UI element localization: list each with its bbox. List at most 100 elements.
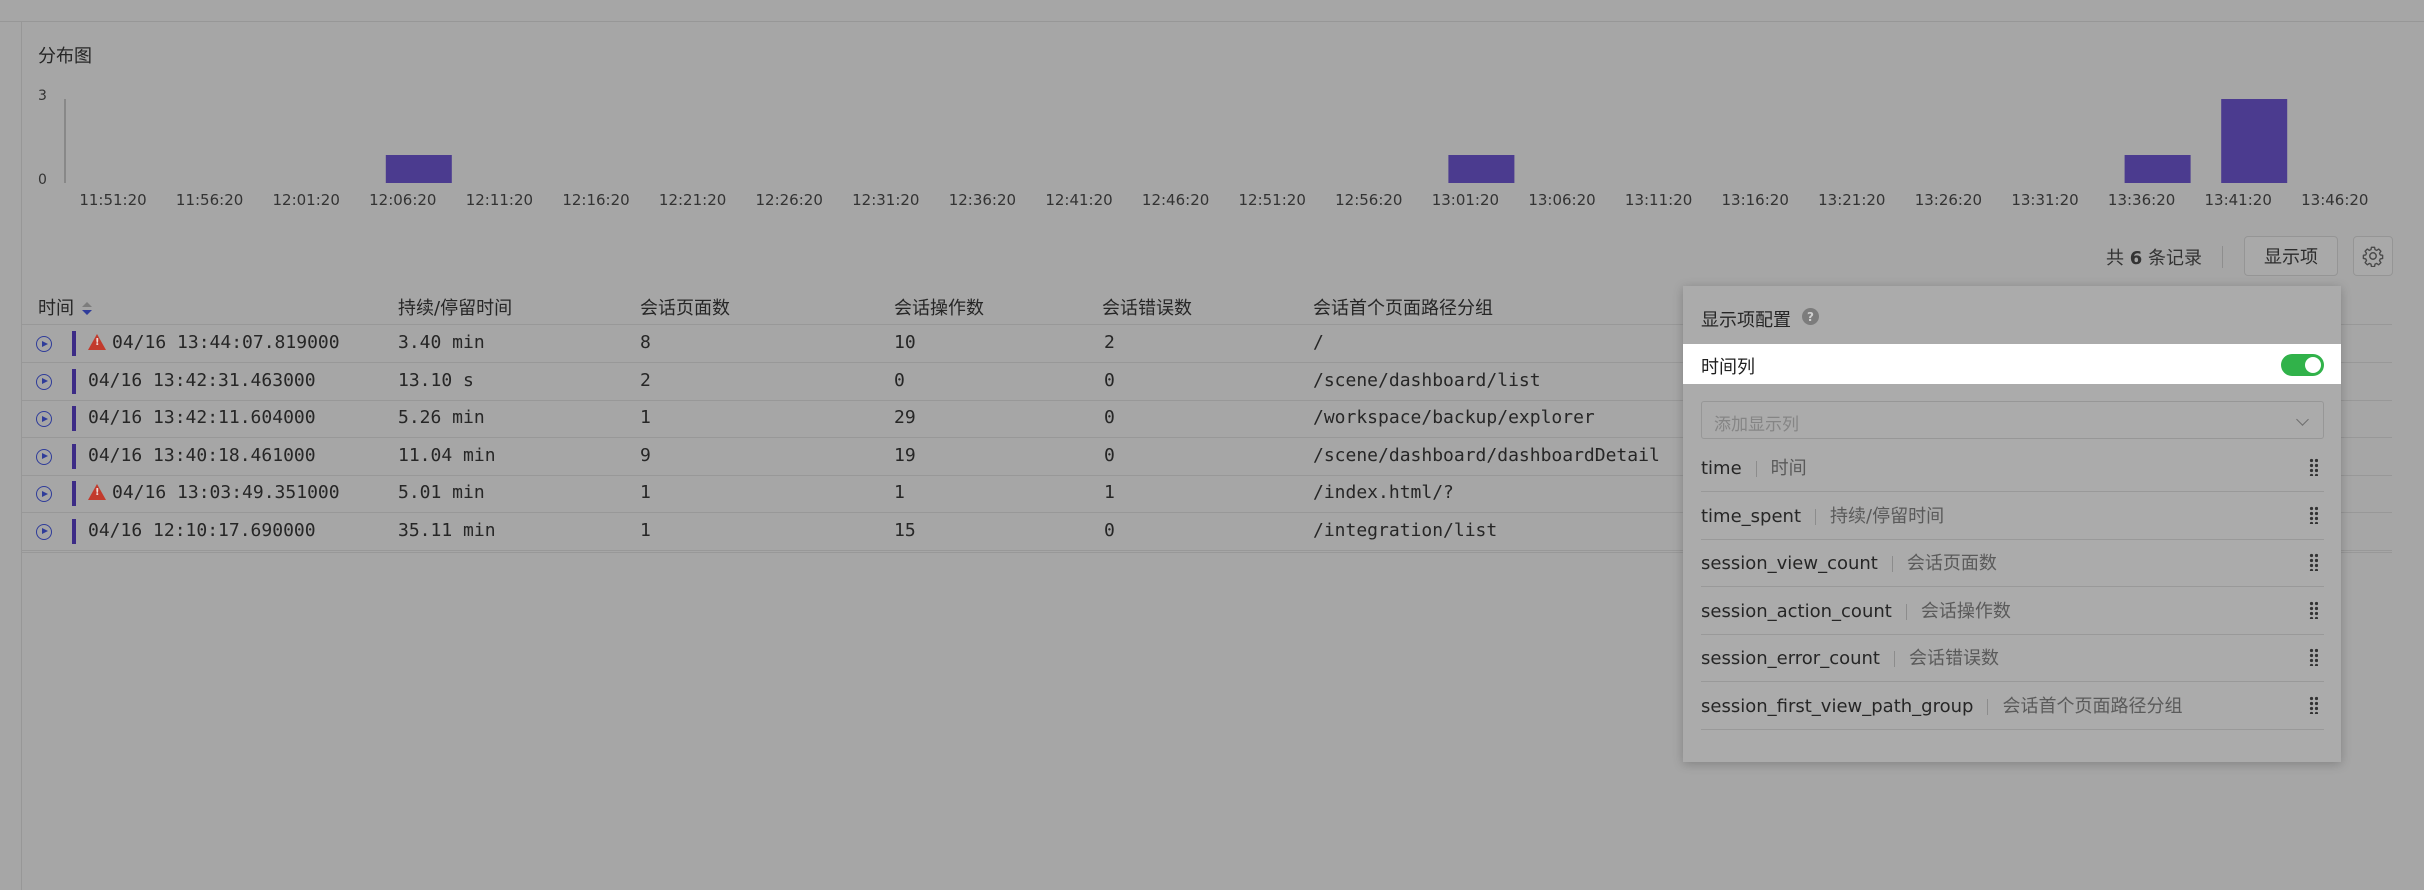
column-key: session_action_count 会话操作数 bbox=[1701, 600, 2011, 622]
cell-actions: 10 bbox=[894, 332, 916, 353]
play-icon[interactable] bbox=[36, 448, 52, 465]
play-icon[interactable] bbox=[36, 486, 52, 502]
header-time[interactable]: 时间 bbox=[38, 294, 92, 320]
x-tick-label: 12:11:20 bbox=[465, 191, 534, 209]
toolbar-divider bbox=[2222, 246, 2223, 268]
cell-actions: 29 bbox=[894, 407, 916, 428]
session-marker bbox=[72, 406, 76, 431]
cell-path: /index.html/? bbox=[1313, 482, 1454, 503]
cell-views: 2 bbox=[640, 369, 651, 391]
cell-duration: 11.04 min bbox=[398, 444, 496, 466]
cell-errors: 1 bbox=[1104, 482, 1115, 503]
bar-13:41:20[interactable] bbox=[2221, 99, 2288, 183]
column-item-session_error_count[interactable]: session_error_count 会话错误数 bbox=[1701, 634, 2324, 682]
record-count: 共 6 条记录 bbox=[2106, 248, 2202, 269]
column-item-time[interactable]: time 时间 bbox=[1701, 444, 2324, 492]
cell-path: /scene/dashboard/dashboardDetail bbox=[1313, 444, 1660, 466]
column-item-time_spent[interactable]: time_spent 持续/停留时间 bbox=[1701, 492, 2324, 540]
cell-duration: 5.01 min bbox=[398, 482, 485, 503]
sort-icon[interactable] bbox=[80, 300, 92, 318]
bar-13:01:20[interactable] bbox=[1448, 155, 1515, 183]
x-tick-label: 13:11:20 bbox=[1624, 191, 1693, 209]
header-view-count: 会话页面数 bbox=[640, 298, 730, 319]
x-tick-label: 13:06:20 bbox=[1528, 191, 1596, 209]
play-icon[interactable] bbox=[36, 411, 52, 427]
cell-actions: 19 bbox=[894, 444, 916, 466]
play-icon[interactable] bbox=[36, 336, 52, 352]
cell-errors: 0 bbox=[1104, 444, 1115, 466]
cell-duration: 13.10 s bbox=[398, 369, 474, 391]
column-alias: 会话错误数 bbox=[1909, 648, 1999, 669]
bar-13:36:20[interactable] bbox=[2124, 155, 2191, 183]
x-tick-label: 12:26:20 bbox=[755, 191, 823, 209]
x-tick-label: 11:56:20 bbox=[175, 191, 244, 209]
session-marker bbox=[72, 368, 76, 394]
popover-title: 显示项配置 bbox=[1701, 310, 1791, 331]
add-column-select[interactable]: 添加显示列 bbox=[1701, 401, 2324, 439]
column-item-session_first_view_path_group[interactable]: session_first_view_path_group 会话首个页面路径分组 bbox=[1701, 682, 2324, 730]
x-tick-label: 13:26:20 bbox=[1914, 191, 1983, 209]
cell-views: 1 bbox=[640, 407, 651, 428]
header-action-count: 会话操作数 bbox=[894, 298, 984, 319]
drag-handle-icon[interactable] bbox=[2309, 648, 2318, 666]
drag-handle-icon[interactable] bbox=[2309, 458, 2318, 476]
x-tick-label: 12:06:20 bbox=[369, 191, 437, 209]
help-icon[interactable]: ? bbox=[1802, 308, 1819, 325]
display-items-button[interactable]: 显示项 bbox=[2244, 236, 2338, 276]
cell-time: 04/16 12:10:17.690000 bbox=[88, 519, 316, 541]
cell-views: 1 bbox=[640, 482, 651, 503]
drag-handle-icon[interactable] bbox=[2309, 553, 2318, 571]
gear-icon bbox=[2362, 246, 2384, 267]
x-tick-label: 13:31:20 bbox=[2011, 191, 2079, 209]
x-tick-label: 13:16:20 bbox=[1721, 191, 1789, 209]
cell-time: 04/16 13:42:31.463000 bbox=[88, 369, 316, 391]
column-key: session_view_count 会话页面数 bbox=[1701, 553, 1997, 574]
cell-path: /integration/list bbox=[1313, 519, 1498, 541]
cell-path: / bbox=[1313, 332, 1324, 353]
x-tick-label: 12:46:20 bbox=[1141, 191, 1210, 209]
drag-handle-icon[interactable] bbox=[2309, 600, 2318, 619]
time-column-toggle-row: 时间列 bbox=[1683, 344, 2341, 384]
column-item-session_view_count[interactable]: session_view_count 会话页面数 bbox=[1701, 539, 2324, 587]
cell-duration: 35.11 min bbox=[398, 519, 496, 541]
cell-path: /scene/dashboard/list bbox=[1313, 369, 1541, 391]
header-duration: 持续/停留时间 bbox=[398, 298, 513, 319]
x-tick-label: 13:01:20 bbox=[1431, 191, 1500, 209]
cell-time: 04/16 13:03:49.351000 bbox=[112, 482, 340, 503]
chevron-down-icon bbox=[2296, 413, 2309, 426]
drag-handle-icon[interactable] bbox=[2309, 695, 2318, 714]
session-marker bbox=[72, 518, 76, 544]
play-icon[interactable] bbox=[36, 523, 52, 540]
column-item-session_action_count[interactable]: session_action_count 会话操作数 bbox=[1701, 587, 2324, 635]
warning-icon bbox=[88, 334, 106, 350]
cell-views: 8 bbox=[640, 332, 651, 353]
play-icon[interactable] bbox=[36, 373, 52, 390]
session-marker bbox=[72, 481, 76, 506]
column-key: session_first_view_path_group 会话首个页面路径分组 bbox=[1701, 695, 2183, 717]
column-alias: 会话操作数 bbox=[1920, 600, 2011, 622]
x-tick-label: 12:56:20 bbox=[1335, 191, 1403, 209]
list-overflow-hint: — · — · — · — bbox=[1701, 734, 1825, 755]
warning-icon bbox=[88, 484, 106, 500]
cell-views: 1 bbox=[640, 519, 651, 541]
cell-errors: 0 bbox=[1104, 407, 1115, 428]
time-column-toggle[interactable] bbox=[2281, 354, 2324, 376]
cell-time: 04/16 13:42:11.604000 bbox=[88, 407, 316, 428]
settings-button[interactable] bbox=[2353, 236, 2393, 276]
x-tick-label: 13:41:20 bbox=[2204, 191, 2272, 209]
drag-handle-icon[interactable] bbox=[2309, 505, 2318, 524]
cell-duration: 3.40 min bbox=[398, 332, 485, 353]
cell-actions: 1 bbox=[894, 482, 905, 503]
x-tick-label: 12:21:20 bbox=[658, 191, 727, 209]
session-marker bbox=[72, 331, 76, 356]
x-tick-label: 13:46:20 bbox=[2301, 191, 2369, 209]
session-marker bbox=[72, 443, 76, 469]
column-alias: 时间 bbox=[1770, 458, 1807, 479]
column-key: time 时间 bbox=[1701, 458, 1807, 479]
cell-views: 9 bbox=[640, 444, 651, 466]
cell-actions: 15 bbox=[894, 519, 916, 541]
x-tick-label: 12:41:20 bbox=[1045, 191, 1113, 209]
x-tick-label: 13:36:20 bbox=[2107, 191, 2176, 209]
bar-12:06:20[interactable] bbox=[385, 155, 452, 183]
column-key: session_error_count 会话错误数 bbox=[1701, 648, 1999, 669]
